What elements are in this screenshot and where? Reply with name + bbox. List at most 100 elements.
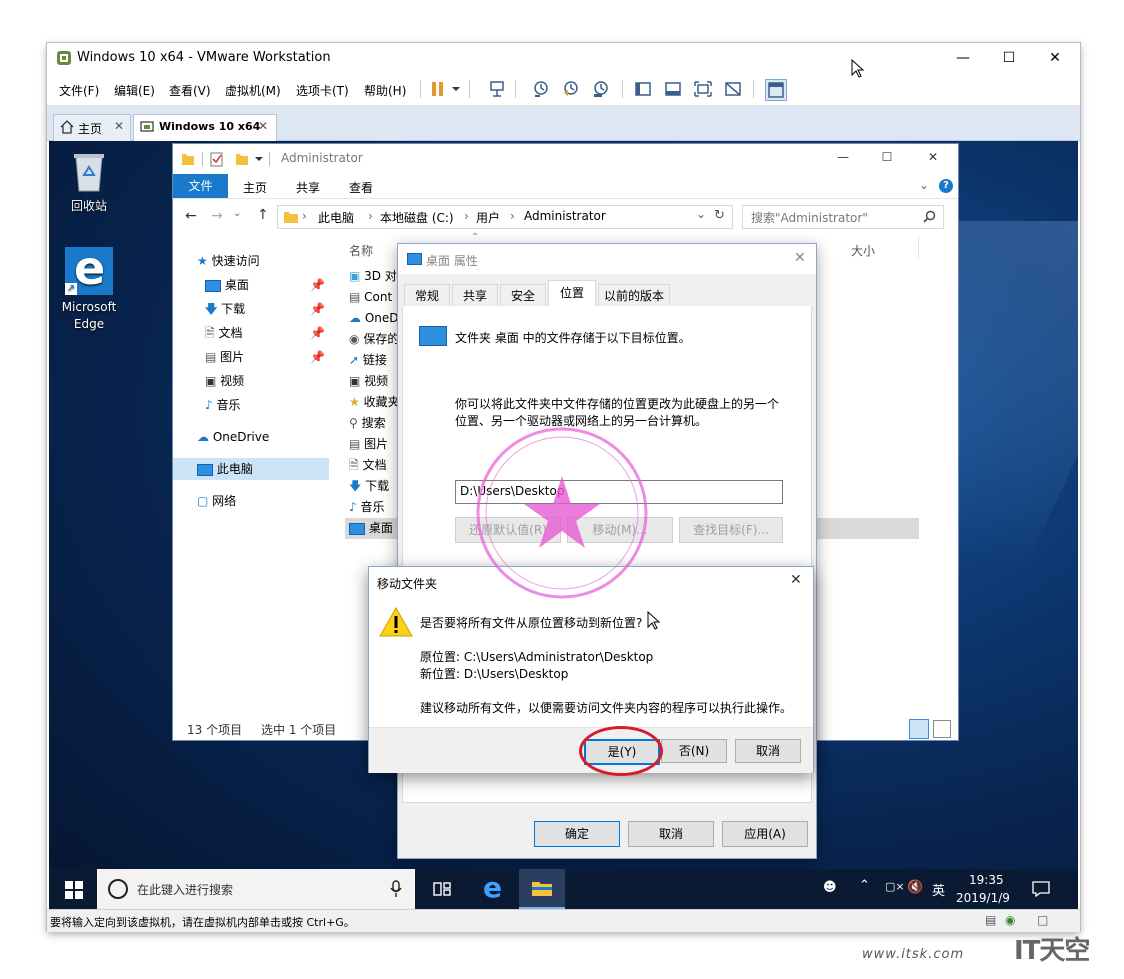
file-item-saved[interactable]: ◉ 保存的: [349, 329, 399, 350]
file-item-music[interactable]: ♪ 音乐: [349, 497, 385, 518]
send-ctrl-alt-del-icon[interactable]: [487, 79, 507, 99]
revert-snapshot-icon[interactable]: [561, 79, 581, 99]
props-ok-button[interactable]: 确定: [534, 821, 620, 847]
details-view-icon[interactable]: [909, 719, 929, 739]
breadcrumb-this-pc[interactable]: 此电脑: [318, 209, 354, 226]
library-icon[interactable]: [633, 79, 653, 99]
chevron-down-icon[interactable]: [450, 79, 470, 99]
menu-tabs[interactable]: 选项卡(T): [296, 82, 349, 99]
file-item-videos[interactable]: ▣ 视频: [349, 371, 388, 392]
tab-general[interactable]: 常规: [404, 284, 450, 308]
vm-screen[interactable]: 回收站 e ↗ Microsoft Edge Administrator — ☐: [49, 141, 1078, 909]
recycle-bin-label: 回收站: [70, 199, 107, 213]
explorer-minimize-button[interactable]: —: [823, 146, 863, 168]
task-view-icon[interactable]: [433, 881, 451, 897]
tab-previous-versions[interactable]: 以前的版本: [598, 284, 670, 308]
move-dialog-close-icon[interactable]: ✕: [790, 572, 802, 588]
move-no-button[interactable]: 否(N): [661, 739, 727, 763]
file-item-contacts[interactable]: ▤ Cont: [349, 287, 392, 308]
tab-share[interactable]: 共享: [452, 284, 498, 308]
breadcrumb-drive-c[interactable]: 本地磁盘 (C:): [380, 209, 454, 226]
menu-help[interactable]: 帮助(H): [364, 82, 406, 99]
full-screen-icon[interactable]: [693, 79, 713, 99]
unity-icon[interactable]: [723, 79, 743, 99]
hdd-status-icon[interactable]: ▤: [985, 913, 996, 927]
breadcrumb-administrator[interactable]: Administrator: [524, 209, 606, 223]
ribbon-tab-share[interactable]: 共享: [296, 179, 320, 196]
pause-icon[interactable]: [428, 79, 448, 99]
tab-vm-close-icon[interactable]: ✕: [258, 119, 268, 133]
menu-view[interactable]: 查看(V): [169, 82, 211, 99]
props-apply-button[interactable]: 应用(A): [722, 821, 808, 847]
ribbon-tab-view[interactable]: 查看: [349, 179, 373, 196]
edge-icon: e ↗: [65, 241, 113, 295]
edge-label: Microsoft Edge: [61, 300, 117, 331]
file-item-documents[interactable]: 🗎 文档: [349, 455, 387, 476]
music-icon: ♪: [349, 500, 357, 514]
column-name-header[interactable]: 名称: [349, 242, 373, 259]
tab-home-close-icon[interactable]: ✕: [114, 119, 124, 133]
explorer-maximize-button[interactable]: ☐: [867, 146, 907, 168]
console-view-icon[interactable]: [663, 79, 683, 99]
volume-muted-icon[interactable]: 🔇: [907, 880, 923, 895]
help-icon[interactable]: ?: [939, 179, 953, 193]
cloud-icon: ☁: [349, 311, 361, 325]
refresh-icon[interactable]: ↻: [714, 208, 725, 223]
ribbon-tab-home[interactable]: 主页: [243, 179, 267, 196]
quick-access-toolbar[interactable]: [181, 151, 277, 167]
breadcrumb-users[interactable]: 用户: [476, 209, 500, 226]
recent-chevron-icon[interactable]: ⌄: [233, 208, 241, 219]
menu-edit[interactable]: 编辑(E): [114, 82, 155, 99]
desktop-edge[interactable]: e ↗ Microsoft Edge: [49, 241, 129, 333]
maximize-button[interactable]: ☐: [986, 43, 1032, 73]
file-item-downloads[interactable]: 🡇 下载: [349, 476, 389, 497]
forward-arrow-icon[interactable]: →: [211, 208, 223, 224]
menu-vm[interactable]: 虚拟机(M): [225, 82, 281, 99]
desktop-recycle-bin[interactable]: 回收站: [49, 149, 129, 214]
back-arrow-icon[interactable]: ←: [185, 208, 197, 224]
taskbar-search-box[interactable]: 在此键入进行搜索: [97, 869, 415, 909]
tray-chevron-up-icon[interactable]: ⌃: [859, 878, 870, 893]
message-status-icon[interactable]: □: [1037, 913, 1048, 927]
file-item-onedrive[interactable]: ☁ OneD: [349, 308, 399, 329]
clock-time[interactable]: 19:35: [969, 873, 1004, 887]
column-size-header[interactable]: 大小: [851, 242, 875, 259]
address-dropdown-chevron-icon[interactable]: ⌄: [696, 207, 706, 221]
props-close-icon[interactable]: ✕: [794, 250, 806, 266]
find-target-button[interactable]: 查找目标(F)...: [679, 517, 783, 543]
people-icon[interactable]: ☻: [823, 880, 837, 895]
props-cancel-button[interactable]: 取消: [628, 821, 714, 847]
file-item-searches[interactable]: ⚲ 搜索: [349, 413, 386, 434]
cd-status-icon[interactable]: ◉: [1005, 913, 1015, 927]
windows-start-icon[interactable]: [65, 881, 83, 899]
tab-home[interactable]: 主页 ✕: [53, 114, 131, 141]
file-item-3d[interactable]: ▣ 3D 对: [349, 266, 397, 287]
explorer-search-box[interactable]: 搜索"Administrator": [742, 205, 944, 229]
up-arrow-icon[interactable]: ↑: [257, 207, 269, 223]
tab-windows-10-x64[interactable]: Windows 10 x64 ✕: [133, 114, 277, 141]
large-icons-view-icon[interactable]: [933, 720, 951, 738]
ribbon-expand-chevron-icon[interactable]: ⌄: [919, 178, 929, 192]
ribbon-tab-file[interactable]: 文件: [173, 174, 228, 198]
snapshot-icon[interactable]: [531, 79, 551, 99]
thumbnail-view-icon[interactable]: [765, 79, 787, 101]
ime-indicator[interactable]: 英: [932, 880, 945, 899]
file-item-favorites[interactable]: ★ 收藏夹: [349, 392, 400, 413]
file-item-pictures[interactable]: ▤ 图片: [349, 434, 388, 455]
address-bar[interactable]: › 此电脑 › 本地磁盘 (C:) › 用户 › Administrator ⌄…: [277, 205, 733, 229]
move-cancel-button[interactable]: 取消: [735, 739, 801, 763]
taskbar-explorer-button[interactable]: [519, 869, 565, 909]
microphone-icon[interactable]: [390, 880, 402, 898]
network-tray-icon[interactable]: ▢×: [885, 880, 905, 893]
menu-file[interactable]: 文件(F): [59, 82, 99, 99]
tab-security[interactable]: 安全: [500, 284, 546, 308]
taskbar-edge-icon[interactable]: e: [483, 871, 502, 904]
close-button[interactable]: ✕: [1032, 43, 1078, 73]
action-center-icon[interactable]: [1032, 881, 1050, 897]
file-item-links[interactable]: ➚ 链接: [349, 350, 387, 371]
tab-location[interactable]: 位置: [548, 280, 596, 308]
snapshot-manager-icon[interactable]: [591, 79, 611, 99]
minimize-button[interactable]: —: [940, 43, 986, 73]
explorer-close-button[interactable]: ✕: [913, 146, 953, 168]
clock-date[interactable]: 2019/1/9: [956, 891, 1010, 905]
